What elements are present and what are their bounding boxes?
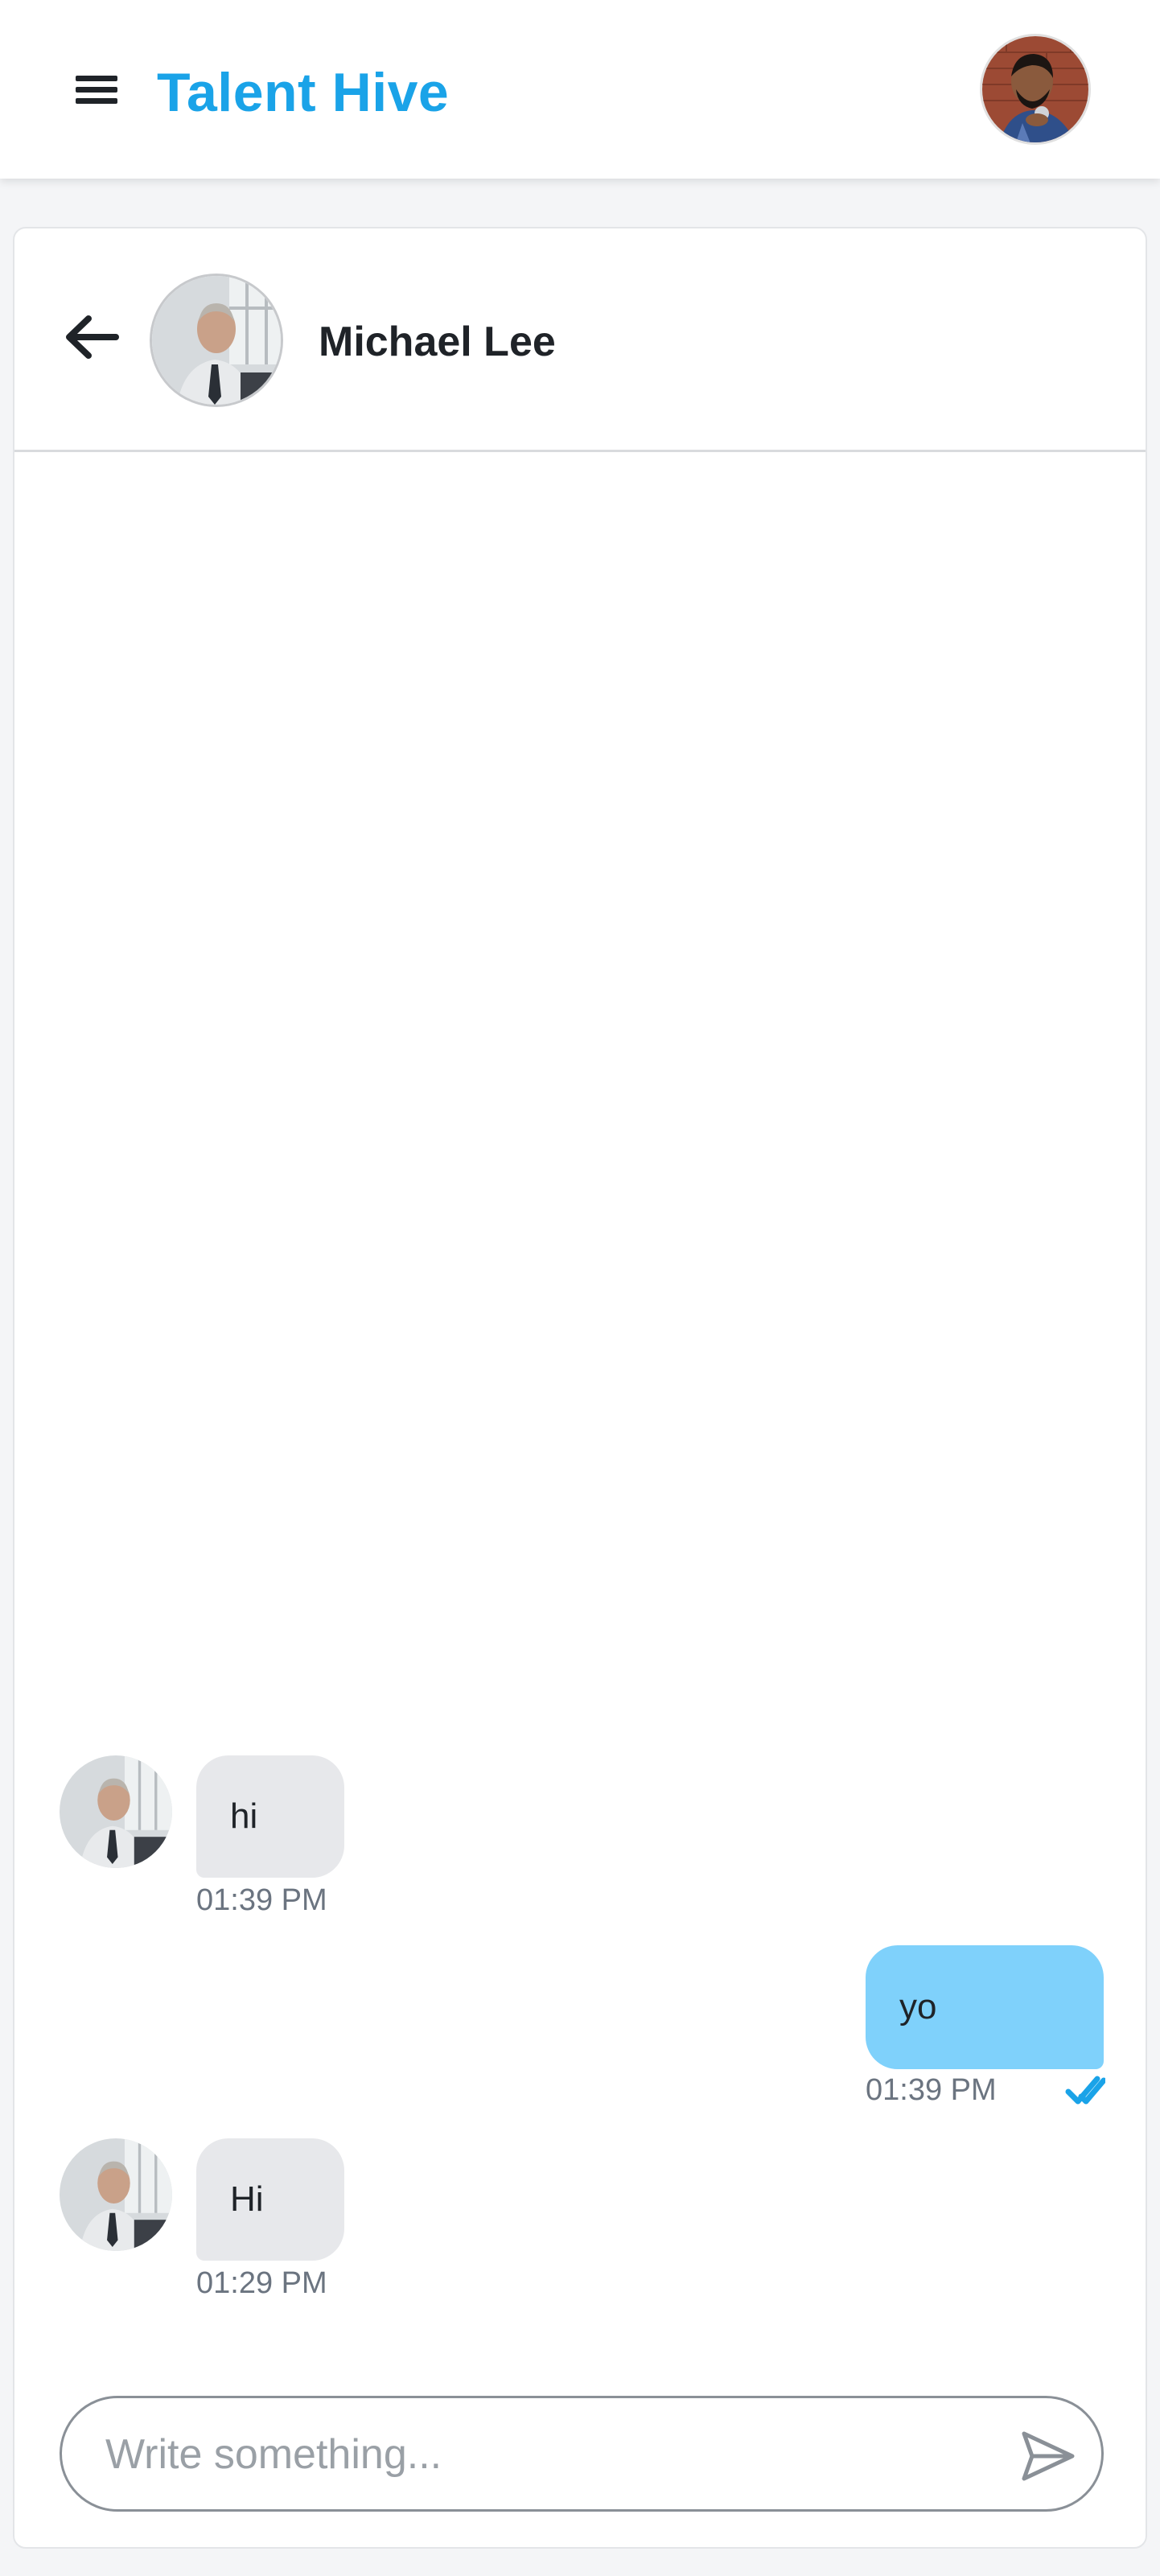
message-sender-avatar — [60, 1755, 172, 1868]
chat-header: Michael Lee — [14, 228, 1146, 452]
double-check-icon — [1065, 2072, 1107, 2112]
message-bubble-incoming[interactable]: hi — [196, 1755, 344, 1878]
message-composer — [60, 2396, 1104, 2512]
message-bubble-outgoing[interactable]: yo — [866, 1945, 1104, 2069]
message-time: 01:39 PM — [196, 1883, 327, 1917]
contact-avatar[interactable] — [150, 274, 283, 407]
message-text: Hi — [230, 2179, 264, 2219]
arrow-left-icon[interactable] — [60, 309, 124, 365]
chat-panel: Michael Lee hi 01:39 PM yo 01:39 PM Hi 0… — [13, 227, 1147, 2549]
message-time: 01:39 PM — [866, 2073, 997, 2107]
app-brand-title[interactable]: Talent Hive — [157, 56, 449, 129]
contact-avatar-photo — [152, 276, 281, 405]
contact-name: Michael Lee — [319, 319, 556, 365]
user-avatar[interactable] — [980, 34, 1091, 145]
send-icon[interactable] — [1018, 2426, 1079, 2487]
app-bar: Talent Hive — [0, 0, 1160, 179]
message-text: yo — [899, 1987, 937, 2027]
message-sender-avatar — [60, 2138, 172, 2251]
hamburger-menu-icon[interactable] — [71, 69, 122, 113]
message-bubble-incoming[interactable]: Hi — [196, 2138, 344, 2261]
message-time: 01:29 PM — [196, 2266, 327, 2300]
user-avatar-photo — [982, 36, 1088, 142]
message-input[interactable] — [105, 2422, 958, 2487]
message-text: hi — [230, 1796, 258, 1836]
